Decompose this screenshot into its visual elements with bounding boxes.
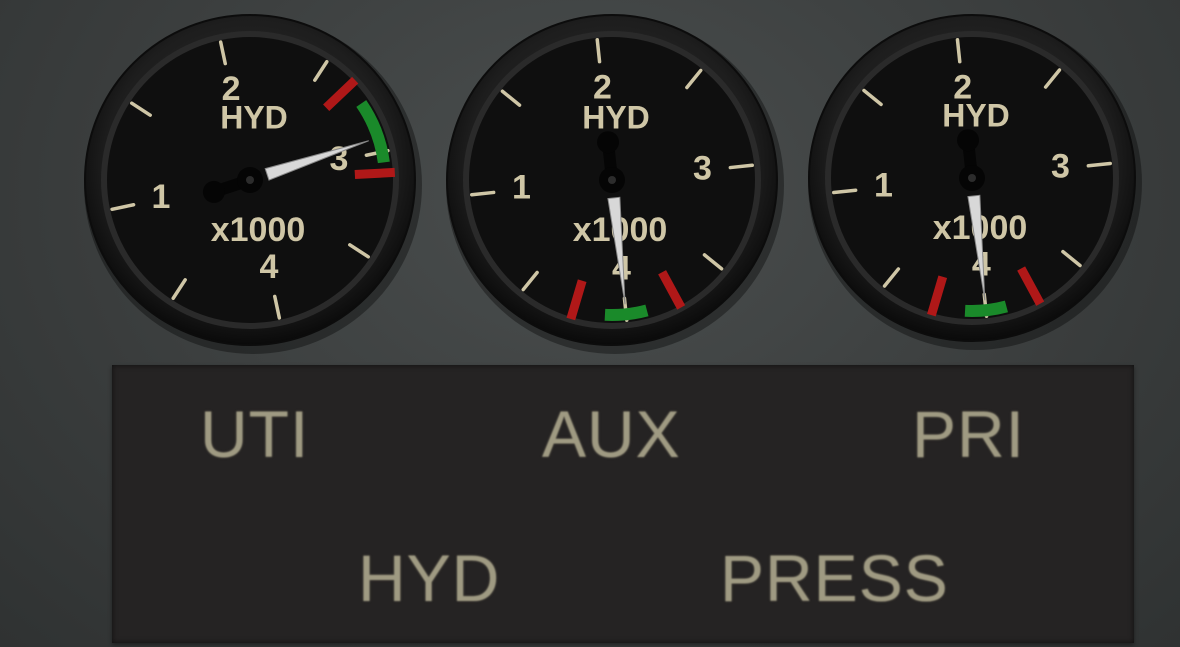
hyd-label: HYD [358, 541, 501, 615]
needle-counterweight [597, 131, 620, 154]
scale-tick [955, 38, 962, 64]
needle-hub-cap [246, 176, 254, 184]
scale-label-3: 3 [693, 149, 712, 187]
needle-hub-cap [968, 174, 976, 182]
hyd-press-label-plate: UTI AUX PRI HYD PRESS [112, 365, 1134, 643]
scale-tick [728, 163, 754, 170]
needle-counterweight [202, 180, 225, 203]
scale-tick [832, 188, 858, 195]
gauge-title: HYD [942, 97, 1010, 133]
green-range-arc [964, 300, 1008, 317]
scale-label-3: 3 [330, 140, 349, 178]
scale-tick [1086, 161, 1112, 168]
uti-hyd-pressure-gauge: 1234HYDx1000 [84, 14, 422, 354]
pri-label: PRI [912, 397, 1026, 471]
scale-tick [470, 190, 496, 197]
aux-hyd-pressure-gauge: 1234HYDx1000 [446, 14, 784, 354]
scale-label-3: 3 [1051, 148, 1070, 186]
scale-label-1: 1 [874, 166, 893, 204]
press-label: PRESS [720, 541, 949, 615]
gauge-multiplier: x1000 [211, 211, 306, 249]
gauge-title: HYD [220, 99, 288, 135]
scale-tick [595, 38, 602, 64]
aux-label: AUX [542, 397, 681, 471]
green-range-arc [604, 304, 649, 321]
scale-label-1: 1 [152, 178, 171, 216]
uti-label: UTI [200, 397, 310, 471]
needle-hub-cap [608, 176, 616, 184]
pri-hyd-pressure-gauge: 1234HYDx1000 [808, 14, 1142, 350]
scale-label-1: 1 [512, 168, 531, 206]
gauge-cluster: 1234HYDx1000 1234HYDx1000 1234HYDx1000 [84, 14, 1142, 354]
gauge-title: HYD [582, 99, 650, 135]
scale-label-4: 4 [259, 248, 278, 286]
needle-counterweight [957, 129, 980, 152]
red-limit-mark [354, 167, 396, 179]
